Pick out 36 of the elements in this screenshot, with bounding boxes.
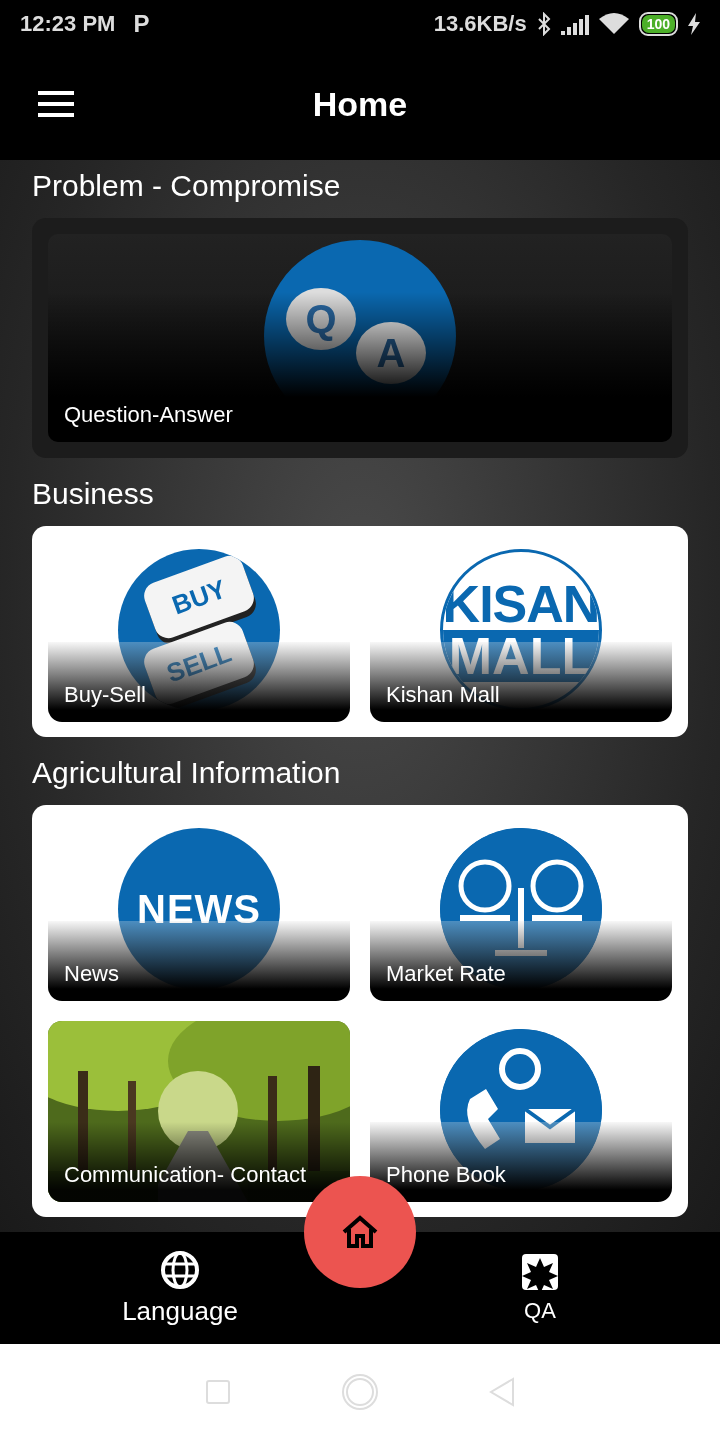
charging-icon (688, 13, 700, 35)
menu-tile[interactable]: Communication- Contact (48, 1021, 350, 1202)
nav-item[interactable]: Language (90, 1232, 270, 1344)
globe-icon (160, 1249, 200, 1290)
menu-tile[interactable]: Phone Book (370, 1021, 672, 1202)
menu-tile[interactable]: BUY SELL Buy-Sell (48, 541, 350, 722)
tile-label: Question-Answer (64, 402, 233, 428)
wifi-icon (598, 13, 629, 35)
logo-text: MALL (443, 630, 599, 682)
logo-text: NEWS (137, 886, 261, 932)
recents-icon[interactable] (205, 1379, 231, 1405)
tile-label: Communication- Contact (64, 1162, 307, 1188)
time: 12:23 PM (20, 11, 116, 37)
tile-label: Kishan Mall (386, 682, 500, 708)
section-title: Problem - Compromise (32, 168, 341, 204)
logo-text: Q (286, 288, 356, 350)
tile-label: Phone Book (386, 1162, 506, 1188)
signal-icon (560, 13, 589, 35)
star-square-icon (520, 1252, 560, 1292)
section-title: Agricultural Information (32, 755, 341, 791)
notification-icon: P (133, 10, 150, 38)
tile-label: Market Rate (386, 961, 506, 987)
screen-title: Home (312, 84, 408, 124)
section-title: Business (32, 476, 154, 512)
menu-icon[interactable] (38, 88, 74, 120)
tile-label: News (64, 961, 119, 987)
network-speed: 13.6KB/s (433, 11, 527, 37)
home-nav-icon[interactable] (341, 1373, 379, 1411)
back-icon[interactable] (489, 1377, 515, 1407)
menu-tile[interactable]: NEWS News (48, 820, 350, 1001)
nav-item[interactable]: QA (450, 1232, 630, 1344)
battery-icon: 100 (638, 12, 678, 36)
bluetooth-icon (536, 12, 551, 36)
menu-tile[interactable]: Market Rate (370, 820, 672, 1001)
logo-text: A (356, 322, 426, 384)
menu-tile[interactable]: Q A Question-Answer (48, 234, 672, 442)
